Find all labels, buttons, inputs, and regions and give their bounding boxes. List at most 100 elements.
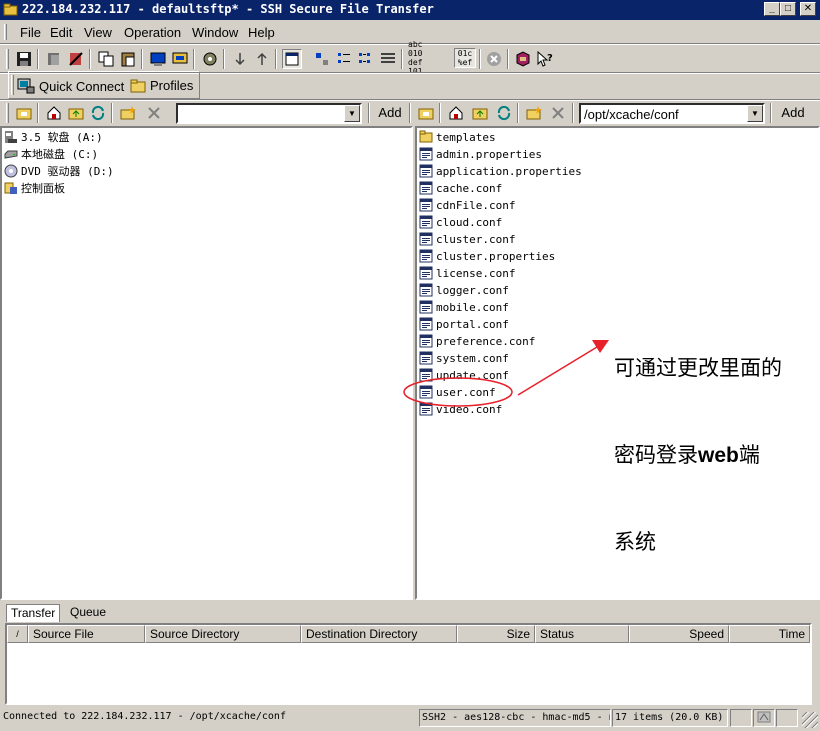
local-parent-folder-button[interactable]	[66, 103, 86, 123]
list-item[interactable]: 本地磁盘 (C:)	[4, 146, 98, 162]
list-item[interactable]: mobile.conf	[419, 299, 509, 315]
remote-add-button[interactable]: Add	[776, 102, 810, 124]
list-item[interactable]: license.conf	[419, 265, 515, 281]
list-view-button[interactable]	[356, 49, 376, 69]
local-home-button[interactable]	[44, 103, 64, 123]
local-path-combo[interactable]: ▼	[176, 103, 362, 124]
menu-window[interactable]: Window	[192, 25, 238, 40]
ascii-mode-button[interactable]: abc 010 def 101	[408, 40, 430, 76]
remote-new-folder-button[interactable]	[524, 103, 544, 123]
remote-up-folder-button[interactable]	[416, 103, 436, 123]
list-item[interactable]: cloud.conf	[419, 214, 502, 230]
auto-mode-label-bottom: %ef	[457, 58, 473, 67]
toggle-panes-button[interactable]	[282, 49, 302, 69]
toolbar-separator	[507, 49, 509, 69]
file-icon	[419, 368, 433, 382]
remote-item-name: portal.conf	[436, 317, 509, 331]
folder-up-icon	[16, 108, 32, 120]
details-view-button[interactable]	[378, 49, 398, 69]
toolbar-separator	[193, 49, 195, 69]
large-icons-button[interactable]	[312, 49, 332, 69]
copy-button[interactable]	[96, 49, 116, 69]
profiles-button[interactable]: Profiles	[130, 78, 193, 93]
list-item[interactable]: templates	[419, 129, 496, 145]
remote-parent-folder-button[interactable]	[470, 103, 490, 123]
help-topics-button[interactable]	[513, 49, 533, 69]
local-delete-button[interactable]	[144, 103, 164, 123]
status-bar: Connected to 222.184.232.117 - /opt/xcac…	[0, 708, 820, 728]
toolbar-separator	[37, 49, 39, 69]
transfer-list[interactable]: / Source File Source Directory Destinati…	[5, 623, 812, 705]
menu-operation[interactable]: Operation	[124, 25, 181, 40]
menu-view[interactable]: View	[84, 25, 112, 40]
list-item[interactable]: portal.conf	[419, 316, 509, 332]
list-item[interactable]: system.conf	[419, 350, 509, 366]
whats-this-button[interactable]: ?	[535, 49, 555, 69]
local-up-folder-button[interactable]	[14, 103, 34, 123]
list-item[interactable]: 3.5 软盘 (A:)	[4, 129, 103, 145]
list-item[interactable]: logger.conf	[419, 282, 509, 298]
remote-item-name: cloud.conf	[436, 215, 503, 229]
local-refresh-button[interactable]	[88, 103, 108, 123]
remote-home-button[interactable]	[446, 103, 466, 123]
chevron-down-icon[interactable]: ▼	[344, 105, 360, 122]
column-header-source-directory[interactable]: Source Directory	[145, 625, 301, 643]
settings-button[interactable]	[200, 49, 220, 69]
list-item[interactable]: cluster.conf	[419, 231, 515, 247]
new-terminal-button[interactable]	[148, 49, 168, 69]
remote-item-name: templates	[436, 130, 496, 144]
list-item[interactable]: cache.conf	[419, 180, 502, 196]
connect-button[interactable]	[44, 49, 64, 69]
local-file-pane[interactable]: 3.5 软盘 (A:) 本地磁盘 (C:) DVD 驱动器 (D:) 控制面板	[0, 126, 413, 600]
minimize-button[interactable]: _	[764, 2, 780, 16]
auto-mode-button[interactable]: 01c %ef	[454, 48, 476, 68]
list-item[interactable]: cdnFile.conf	[419, 197, 515, 213]
save-icon	[17, 52, 31, 66]
remote-refresh-button[interactable]	[494, 103, 514, 123]
local-new-folder-button[interactable]	[118, 103, 138, 123]
menu-edit[interactable]: Edit	[50, 25, 72, 40]
save-button[interactable]	[14, 49, 34, 69]
list-item[interactable]: 控制面板	[4, 180, 65, 196]
stop-button[interactable]	[484, 49, 504, 69]
terminal-icon	[150, 52, 166, 66]
new-file-transfer-button[interactable]	[170, 49, 190, 69]
menu-file[interactable]: File	[20, 25, 41, 40]
column-header-speed[interactable]: Speed	[629, 625, 729, 643]
remote-delete-button[interactable]	[548, 103, 568, 123]
list-item[interactable]: application.properties	[419, 163, 582, 179]
large-icons-icon	[316, 53, 328, 65]
list-item[interactable]: user.conf	[419, 384, 496, 400]
column-header-time[interactable]: Time	[729, 625, 810, 643]
disconnect-button[interactable]	[66, 49, 86, 69]
tab-transfer[interactable]: Transfer	[6, 604, 61, 622]
remote-path-combo[interactable]: /opt/xcache/conf ▼	[579, 103, 765, 124]
download-button[interactable]	[230, 49, 250, 69]
list-item[interactable]: preference.conf	[419, 333, 535, 349]
column-header-sort[interactable]: /	[7, 625, 28, 643]
list-item[interactable]: DVD 驱动器 (D:)	[4, 163, 114, 179]
tab-queue[interactable]: Queue	[66, 604, 110, 622]
chevron-down-icon[interactable]: ▼	[747, 105, 763, 122]
toolbar-separator	[223, 49, 225, 69]
paste-icon	[121, 52, 135, 67]
copy-icon	[98, 51, 114, 67]
upload-button[interactable]	[252, 49, 272, 69]
list-item[interactable]: update.conf	[419, 367, 509, 383]
local-add-button[interactable]: Add	[374, 102, 406, 124]
list-item[interactable]: admin.properties	[419, 146, 542, 162]
small-icons-button[interactable]	[334, 49, 354, 69]
maximize-button[interactable]: □	[780, 2, 796, 16]
quick-connect-button[interactable]: Quick Connect	[17, 78, 124, 94]
menu-help[interactable]: Help	[248, 25, 275, 40]
list-item[interactable]: cluster.properties	[419, 248, 555, 264]
close-button[interactable]: ✕	[800, 2, 816, 16]
resize-grip-icon[interactable]	[802, 712, 818, 728]
column-header-size[interactable]: Size	[457, 625, 535, 643]
column-header-source-file[interactable]: Source File	[28, 625, 145, 643]
network-activity-icon	[757, 711, 771, 723]
column-header-destination-directory[interactable]: Destination Directory	[301, 625, 457, 643]
column-header-status[interactable]: Status	[535, 625, 629, 643]
list-item[interactable]: video.conf	[419, 401, 502, 417]
paste-button[interactable]	[118, 49, 138, 69]
